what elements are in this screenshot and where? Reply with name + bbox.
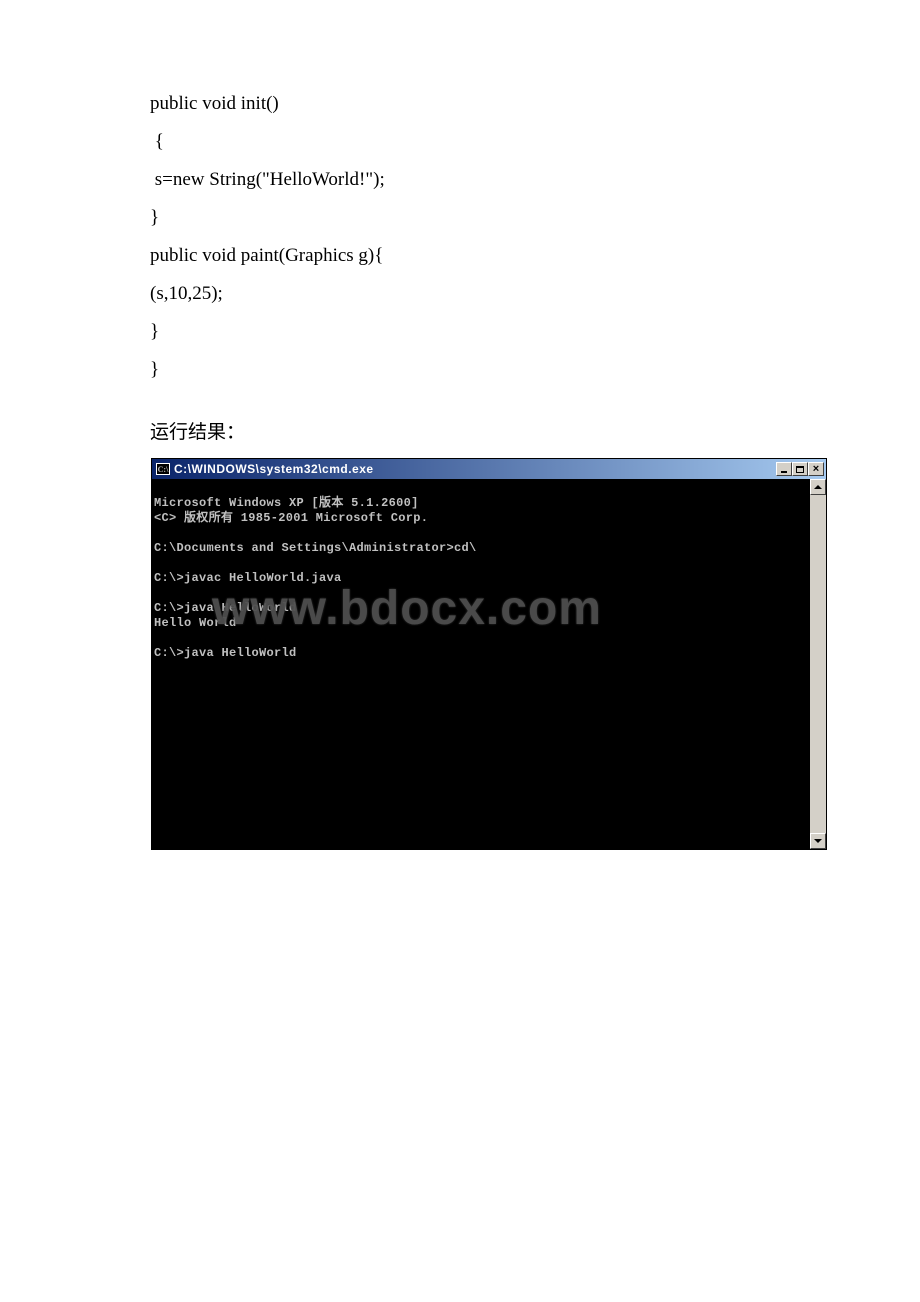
cmd-body-container: Microsoft Windows XP [版本 5.1.2600] <C> 版… <box>152 479 826 849</box>
minimize-button[interactable] <box>776 462 792 476</box>
cmd-output[interactable]: Microsoft Windows XP [版本 5.1.2600] <C> 版… <box>152 479 810 849</box>
scroll-up-button[interactable] <box>810 479 826 495</box>
console-line: C:\Documents and Settings\Administrator>… <box>154 541 477 555</box>
document-page: public void init() { s=new String("Hello… <box>0 0 920 1302</box>
code-line: } <box>150 199 770 237</box>
console-line: C:\>java HelloWorld <box>154 646 297 660</box>
result-label: 运行结果： <box>150 417 770 444</box>
code-line: s=new String("HelloWorld!"); <box>150 161 770 199</box>
arrow-up-icon <box>814 485 822 489</box>
code-line: } <box>150 313 770 351</box>
console-line: C:\>javac HelloWorld.java <box>154 571 342 585</box>
cmd-window: C:\ C:\WINDOWS\system32\cmd.exe × Micros… <box>151 458 827 850</box>
code-line: { <box>150 123 770 161</box>
window-controls: × <box>776 462 824 476</box>
code-block: public void init() { s=new String("Hello… <box>150 85 770 389</box>
scroll-down-button[interactable] <box>810 833 826 849</box>
vertical-scrollbar[interactable] <box>810 479 826 849</box>
cmd-titlebar[interactable]: C:\ C:\WINDOWS\system32\cmd.exe × <box>152 459 826 479</box>
close-button[interactable]: × <box>808 462 824 476</box>
console-line: <C> 版权所有 1985-2001 Microsoft Corp. <box>154 511 428 525</box>
code-line: public void paint(Graphics g){ <box>150 237 770 275</box>
maximize-button[interactable] <box>792 462 808 476</box>
console-line: C:\>java HelloWorld <box>154 601 297 615</box>
cmd-title-text: C:\WINDOWS\system32\cmd.exe <box>174 462 776 476</box>
console-line: Microsoft Windows XP [版本 5.1.2600] <box>154 496 419 510</box>
scroll-track[interactable] <box>810 495 826 833</box>
code-line: (s,10,25); <box>150 275 770 313</box>
code-line: } <box>150 351 770 389</box>
arrow-down-icon <box>814 839 822 843</box>
console-line: Hello World <box>154 616 237 630</box>
code-line: public void init() <box>150 85 770 123</box>
cmd-icon: C:\ <box>156 463 170 475</box>
